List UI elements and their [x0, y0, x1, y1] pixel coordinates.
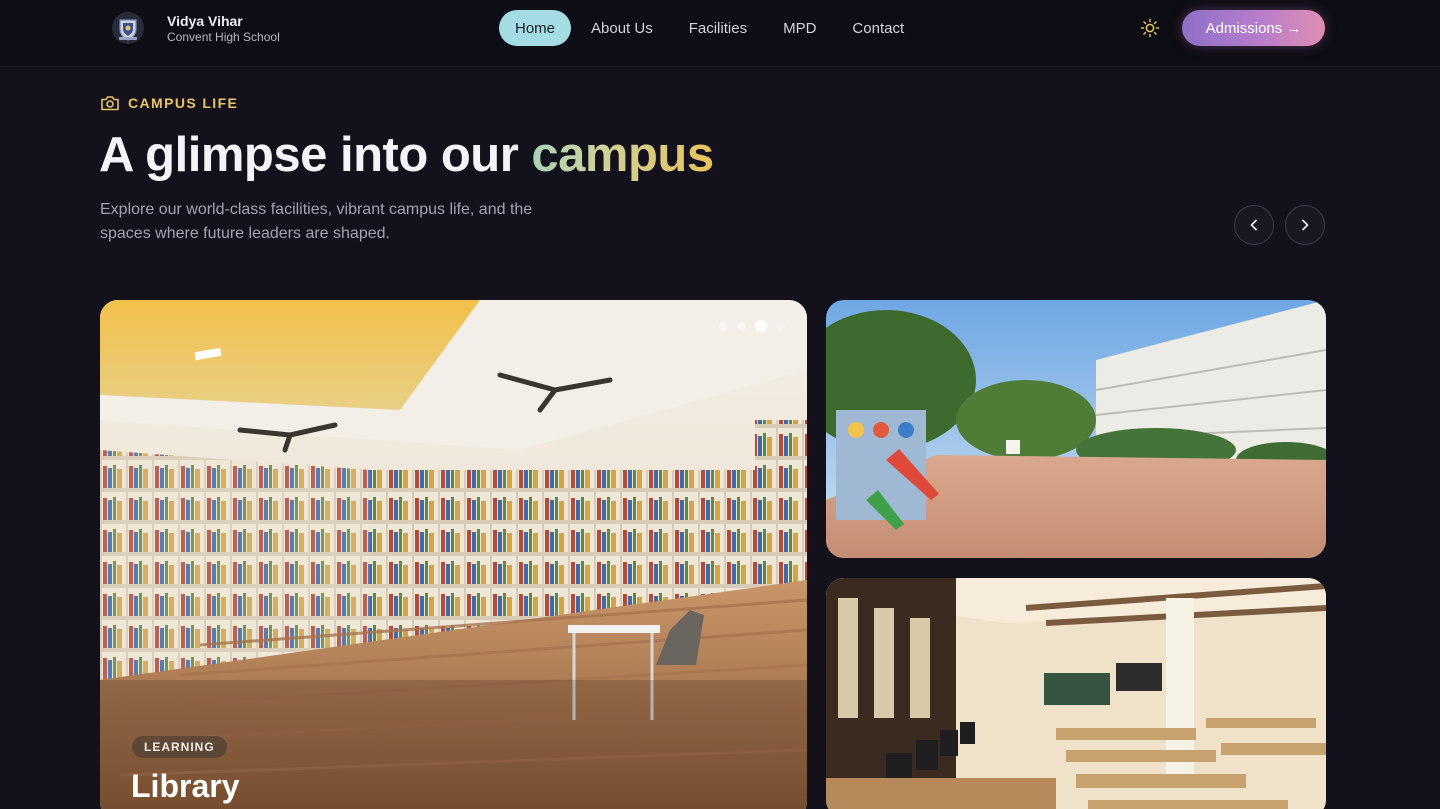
slide-dot-4[interactable] — [776, 321, 785, 331]
card-title: Library — [131, 768, 240, 804]
main-menu: Home About Us Facilities MPD Contact — [499, 10, 924, 46]
section-eyebrow: CAMPUS LIFE — [100, 94, 238, 112]
library-photo — [100, 300, 807, 809]
slide-dot-1[interactable] — [719, 321, 728, 331]
chevron-right-icon — [1302, 219, 1309, 231]
admissions-button[interactable]: Admissions → — [1182, 10, 1325, 46]
nav-mpd[interactable]: MPD — [767, 10, 832, 46]
slide-dot-3-active[interactable] — [755, 320, 767, 332]
nav-about-us[interactable]: About Us — [575, 10, 669, 46]
carousel-next-button[interactable] — [1285, 205, 1325, 245]
title-prefix: A glimpse into our — [99, 128, 532, 182]
section-subtitle: Explore our world-class facilities, vibr… — [100, 201, 533, 242]
nav-home[interactable]: Home — [499, 10, 572, 46]
brand[interactable]: Vidya Vihar Convent High School — [111, 11, 280, 45]
slide-indicator — [710, 320, 785, 332]
camera-icon — [101, 96, 119, 111]
category-badge: LEARNING — [132, 736, 227, 758]
carousel-prev-button[interactable] — [1234, 205, 1274, 245]
eyebrow-label: CAMPUS LIFE — [128, 95, 239, 111]
theme-toggle-button[interactable] — [1140, 18, 1160, 38]
title-highlight: campus — [531, 128, 714, 182]
gallery-card-classroom[interactable] — [826, 578, 1326, 809]
top-navbar: Vidya Vihar Convent High School Home Abo… — [0, 0, 1440, 67]
section-title: A glimpse into our campus — [99, 127, 714, 183]
nav-facilities[interactable]: Facilities — [673, 10, 763, 46]
sun-icon — [1140, 18, 1160, 38]
gallery-card-library[interactable]: LEARNING Library — [100, 300, 807, 809]
playground-photo — [826, 300, 1326, 558]
classroom-photo — [826, 578, 1326, 809]
brand-subtitle: Convent High School — [167, 29, 280, 44]
gallery-card-playground[interactable] — [826, 300, 1326, 558]
brand-name: Vidya Vihar — [167, 12, 243, 29]
school-crest-logo — [112, 12, 144, 44]
chevron-left-icon — [1250, 219, 1257, 231]
nav-contact[interactable]: Contact — [836, 10, 920, 46]
slide-dot-2[interactable] — [737, 321, 746, 331]
